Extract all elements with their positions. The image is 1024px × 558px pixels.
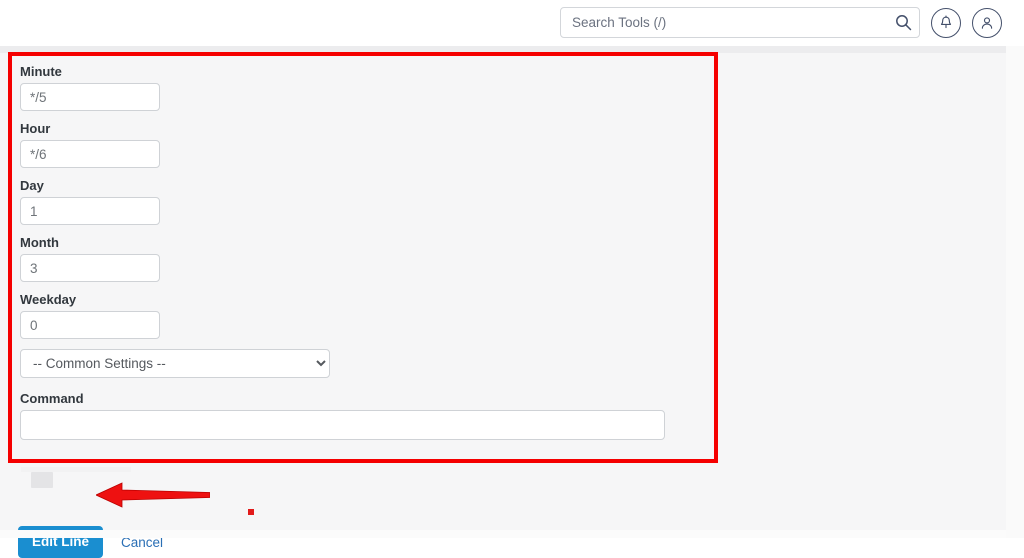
search-input[interactable] xyxy=(560,7,920,38)
user-icon xyxy=(981,16,993,29)
search-tools-container xyxy=(560,7,920,38)
top-header-bar xyxy=(0,0,1024,46)
bell-icon xyxy=(940,15,952,28)
label-minute: Minute xyxy=(20,64,62,79)
label-weekday: Weekday xyxy=(20,292,77,307)
command-redacted-token xyxy=(31,472,53,488)
panel-right-gutter xyxy=(1006,46,1024,538)
command-input[interactable] xyxy=(20,410,665,440)
panel-top-band xyxy=(0,46,1006,53)
account-button[interactable] xyxy=(972,7,1002,38)
label-hour: Hour xyxy=(20,121,51,136)
minute-input[interactable] xyxy=(20,83,160,111)
label-command: Command xyxy=(20,391,84,406)
day-input[interactable] xyxy=(20,197,160,225)
label-month: Month xyxy=(20,235,59,250)
notifications-button[interactable] xyxy=(931,7,961,38)
content-panel: Minute Hour Day Month Weekday -- Common … xyxy=(0,46,1006,558)
panel-bottom-gutter xyxy=(0,530,1006,538)
search-icon xyxy=(896,15,912,31)
header-actions xyxy=(560,7,1002,38)
common-settings-select[interactable]: -- Common Settings -- xyxy=(20,349,330,378)
cron-schedule-form: Minute Hour Day Month Weekday -- Common … xyxy=(20,64,680,440)
search-submit-button[interactable] xyxy=(894,13,913,32)
month-input[interactable] xyxy=(20,254,160,282)
weekday-input[interactable] xyxy=(20,311,160,339)
hour-input[interactable] xyxy=(20,140,160,168)
label-day: Day xyxy=(20,178,44,193)
